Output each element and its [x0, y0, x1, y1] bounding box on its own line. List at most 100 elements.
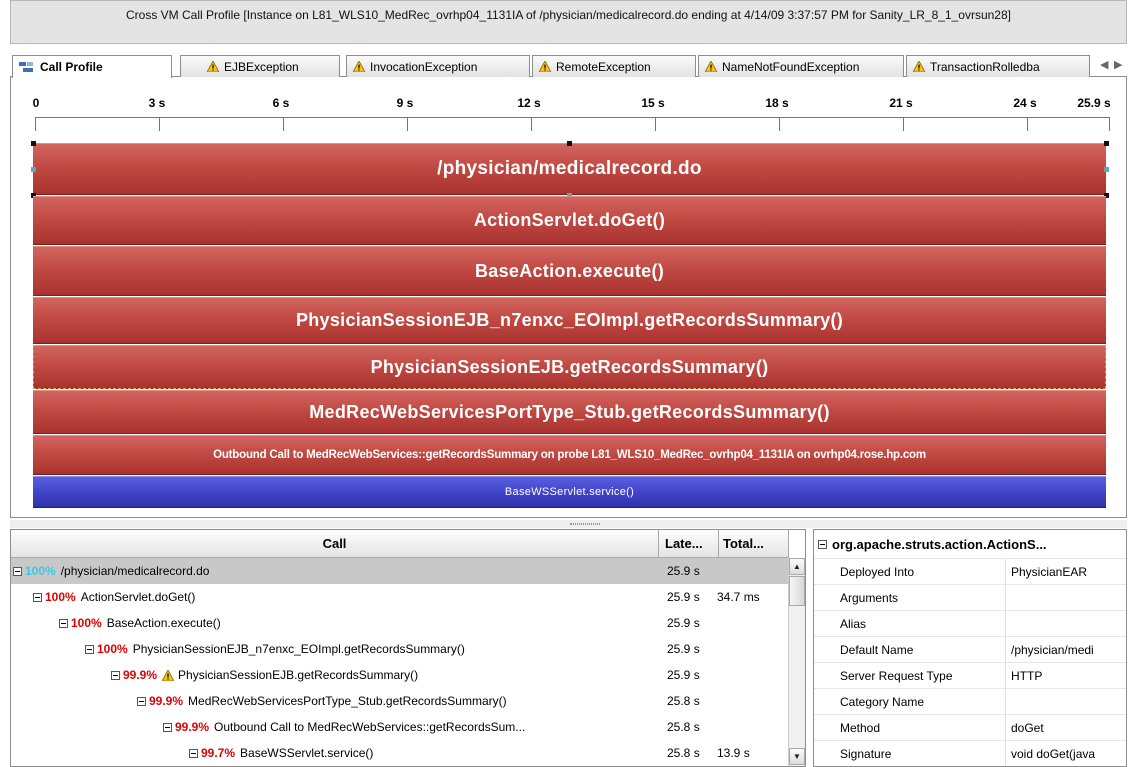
latency-value: 25.9 s	[667, 668, 700, 682]
latency-value: 25.9 s	[667, 642, 700, 656]
bar-label: /physician/medicalrecord.do	[437, 158, 702, 179]
warning-icon	[353, 61, 365, 72]
collapse-icon[interactable]	[818, 539, 827, 549]
tab-label: TransactionRolledba	[930, 59, 1040, 74]
warning-icon	[913, 61, 925, 72]
timeline-bar-actionservlet-doget[interactable]: ActionServlet.doGet()	[33, 196, 1106, 245]
tab-invocationexception[interactable]: InvocationException	[346, 55, 530, 77]
table-row[interactable]: 99.9% PhysicianSessionEJB.getRecordsSumm…	[11, 662, 789, 688]
selection-handle[interactable]	[1104, 141, 1109, 146]
column-header-call[interactable]: Call	[11, 530, 659, 558]
scrollbar-thumb[interactable]	[789, 576, 805, 606]
property-key: Alias	[814, 611, 1006, 637]
latency-value: 25.9 s	[667, 564, 700, 578]
collapse-icon[interactable]	[137, 696, 146, 706]
property-value: doGet	[1011, 721, 1044, 735]
tab-remoteexception[interactable]: RemoteException	[532, 55, 696, 77]
timeline-bar-physiciansessionejb[interactable]: PhysicianSessionEJB.getRecordsSummary()	[33, 345, 1106, 389]
property-key: Arguments	[814, 585, 1006, 611]
collapse-icon[interactable]	[163, 722, 172, 732]
selection-handle[interactable]	[1104, 167, 1109, 172]
tick-label: 9 s	[396, 96, 414, 110]
property-row[interactable]: Alias	[814, 610, 1126, 637]
tab-label: NameNotFoundException	[722, 59, 860, 74]
property-row[interactable]: Arguments	[814, 584, 1126, 611]
property-key: Server Request Type	[814, 663, 1006, 689]
table-row[interactable]: 100% /physician/medicalrecord.do 25.9 s	[11, 558, 789, 584]
collapse-icon[interactable]	[85, 644, 94, 654]
bar-label: MedRecWebServicesPortType_Stub.getRecord…	[309, 402, 830, 422]
column-header-latency[interactable]: Late...	[659, 530, 719, 558]
timeline-bar-baseaction-execute[interactable]: BaseAction.execute()	[33, 246, 1106, 296]
property-key: Default Name	[814, 637, 1006, 663]
percent-value: 100%	[71, 616, 102, 630]
table-row[interactable]: 99.9% Outbound Call to MedRecWebServices…	[11, 714, 789, 740]
timeline-axis	[35, 117, 1110, 118]
vertical-scrollbar[interactable]: ▲ ▼	[788, 558, 805, 766]
bar-label: BaseAction.execute()	[474, 261, 665, 281]
tab-call-profile[interactable]: Call Profile	[12, 55, 172, 78]
percent-value: 100%	[97, 642, 128, 656]
table-row[interactable]: 99.7% BaseWSServlet.service() 25.8 s 13.…	[11, 740, 789, 766]
properties-header[interactable]: org.apache.struts.action.ActionS...	[814, 530, 1126, 558]
property-value	[1011, 611, 1126, 637]
collapse-icon[interactable]	[59, 618, 68, 628]
collapse-icon[interactable]	[111, 670, 120, 680]
tab-transactionrolledback[interactable]: TransactionRolledba	[906, 55, 1090, 77]
timeline-bar-physician-medicalrecord[interactable]: /physician/medicalrecord.do	[33, 143, 1106, 195]
selection-handle[interactable]	[31, 167, 36, 172]
column-header-total[interactable]: Total...	[719, 530, 789, 558]
property-value: PhysicianEAR	[1011, 565, 1088, 579]
property-value: HTTP	[1011, 669, 1043, 683]
property-row[interactable]: Server Request Type HTTP	[814, 662, 1126, 689]
scroll-up-icon[interactable]: ▲	[789, 558, 805, 575]
tick-mark	[35, 117, 36, 131]
timeline-bar-basewsservlet-service[interactable]: BaseWSServlet.service()	[33, 476, 1106, 508]
table-row[interactable]: 100% BaseAction.execute() 25.9 s	[11, 610, 789, 636]
collapse-icon[interactable]	[33, 592, 42, 602]
timeline-bar-medrecwebservicesporttype-stub[interactable]: MedRecWebServicesPortType_Stub.getRecord…	[33, 390, 1106, 434]
warning-icon	[162, 669, 175, 681]
property-row[interactable]: Deployed Into PhysicianEAR	[814, 558, 1126, 585]
property-row[interactable]: Default Name /physician/medi	[814, 636, 1126, 663]
tab-strip: Call Profile EJBException InvocationExce…	[10, 55, 1127, 78]
tab-namenotfoundexception[interactable]: NameNotFoundException	[698, 55, 904, 77]
column-header-label: Call	[322, 536, 347, 551]
tab-scroll-right-icon[interactable]: ▶	[1114, 58, 1122, 71]
tick-label: 15 s	[641, 96, 665, 110]
timeline-bar-physiciansessionejb-eoimpl[interactable]: PhysicianSessionEJB_n7enxc_EOImpl.getRec…	[33, 297, 1106, 344]
collapse-icon[interactable]	[189, 748, 198, 758]
table-row[interactable]: 100% ActionServlet.doGet() 25.9 s 34.7 m…	[11, 584, 789, 610]
splitter-grip[interactable]	[570, 523, 600, 525]
window-title-text: Cross VM Call Profile [Instance on L81_W…	[126, 8, 1011, 22]
call-profile-timeline: 0 3 s 6 s 9 s 12 s 15 s 18 s 21 s 24 s 2…	[10, 77, 1127, 518]
warning-icon	[705, 61, 717, 72]
table-row[interactable]: 99.9% MedRecWebServicesPortType_Stub.get…	[11, 688, 789, 714]
tick-label: 24 s	[1013, 96, 1037, 110]
bar-label: PhysicianSessionEJB.getRecordsSummary()	[370, 357, 769, 377]
bar-label: Outbound Call to MedRecWebServices::getR…	[213, 449, 926, 461]
property-row[interactable]: Signature void doGet(java	[814, 740, 1126, 766]
selection-handle[interactable]	[31, 141, 36, 146]
tick-mark	[283, 117, 284, 131]
tab-scroll-left-icon[interactable]: ◀	[1100, 58, 1108, 71]
collapse-icon[interactable]	[13, 566, 22, 576]
call-name: BaseAction.execute()	[106, 616, 221, 630]
timeline-bar-outbound-call[interactable]: Outbound Call to MedRecWebServices::getR…	[33, 435, 1106, 475]
bar-label: PhysicianSessionEJB_n7enxc_EOImpl.getRec…	[295, 310, 844, 330]
property-value: void doGet(java	[1011, 747, 1096, 761]
tick-mark	[779, 117, 780, 131]
table-row[interactable]: 100% PhysicianSessionEJB_n7enxc_EOImpl.g…	[11, 636, 789, 662]
tab-label: RemoteException	[556, 59, 651, 74]
property-row[interactable]: Method doGet	[814, 714, 1126, 741]
column-header-label: Total...	[723, 536, 764, 551]
scroll-down-icon[interactable]: ▼	[789, 748, 805, 765]
call-name: /physician/medicalrecord.do	[60, 564, 210, 578]
panel-splitter[interactable]	[10, 520, 1127, 528]
tab-ejbexception[interactable]: EJBException	[180, 55, 340, 77]
percent-value: 99.9%	[175, 720, 210, 734]
selection-handle[interactable]	[567, 141, 572, 146]
call-name: Outbound Call to MedRecWebServices::getR…	[214, 720, 526, 734]
property-row[interactable]: Category Name	[814, 688, 1126, 715]
call-name: PhysicianSessionEJB_n7enxc_EOImpl.getRec…	[132, 642, 465, 656]
